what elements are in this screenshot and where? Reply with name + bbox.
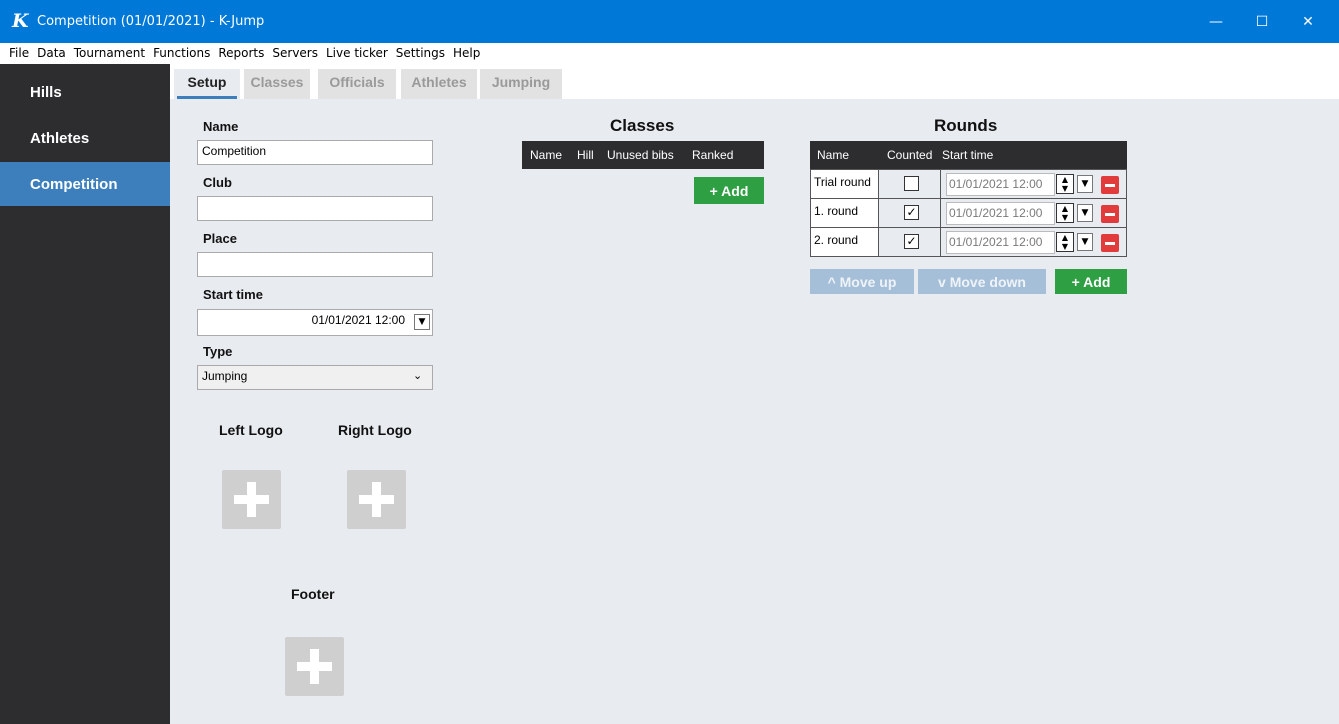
name-input[interactable]: Competition bbox=[197, 140, 433, 165]
start-time-label: Start time bbox=[203, 287, 263, 302]
col-hill: Hill bbox=[577, 148, 594, 162]
round-name-input[interactable]: Trial round bbox=[810, 169, 879, 199]
spinner-icon[interactable]: ▲ ▼ bbox=[1056, 203, 1074, 223]
classes-title: Classes bbox=[610, 116, 675, 135]
menu-servers[interactable]: Servers bbox=[268, 43, 322, 64]
spinner-icon[interactable]: ▲ ▼ bbox=[1056, 174, 1074, 194]
col-name: Name bbox=[530, 148, 563, 162]
sidebar-item-competition[interactable]: Competition bbox=[0, 162, 170, 206]
move-up-button[interactable]: ^ Move up bbox=[810, 269, 914, 294]
menu-data[interactable]: Data bbox=[33, 43, 70, 64]
table-row: 2. round ✓ 01/01/2021 12:00 ▲ ▼ ▼ bbox=[810, 227, 1127, 257]
add-right-logo-button[interactable] bbox=[347, 470, 406, 529]
tab-officials[interactable]: Officials bbox=[318, 69, 396, 99]
menu-bar: File Data Tournament Functions Reports S… bbox=[0, 43, 1339, 64]
menu-help[interactable]: Help bbox=[449, 43, 484, 64]
col-unused-bibs: Unused bibs bbox=[607, 148, 674, 162]
chevron-down-icon[interactable]: ▼ bbox=[1077, 233, 1093, 251]
close-button[interactable]: ✕ bbox=[1285, 0, 1331, 43]
main-content: Setup Classes Officials Athletes Jumping… bbox=[170, 64, 1339, 724]
start-time-cell: 01/01/2021 12:00 ▲ ▼ ▼ bbox=[940, 169, 1127, 199]
remove-round-button[interactable] bbox=[1101, 234, 1119, 252]
tab-strip: Setup Classes Officials Athletes Jumping bbox=[170, 64, 1339, 99]
close-icon: ✕ bbox=[1302, 13, 1314, 30]
menu-settings[interactable]: Settings bbox=[392, 43, 449, 64]
counted-checkbox[interactable] bbox=[904, 176, 919, 191]
chevron-down-icon[interactable]: ▼ bbox=[414, 314, 430, 330]
menu-reports[interactable]: Reports bbox=[214, 43, 268, 64]
maximize-button[interactable]: ☐ bbox=[1239, 0, 1285, 43]
chevron-down-icon[interactable]: ▼ bbox=[1077, 204, 1093, 222]
col-name: Name bbox=[817, 148, 850, 162]
place-label: Place bbox=[203, 231, 237, 246]
sidebar-item-hills[interactable]: Hills bbox=[0, 70, 170, 114]
minimize-icon: — bbox=[1209, 13, 1223, 30]
add-left-logo-button[interactable] bbox=[222, 470, 281, 529]
minimize-button[interactable]: — bbox=[1193, 0, 1239, 43]
menu-file[interactable]: File bbox=[5, 43, 33, 64]
remove-round-button[interactable] bbox=[1101, 176, 1119, 194]
chevron-down-icon: ⌄ bbox=[413, 369, 423, 382]
menu-tournament[interactable]: Tournament bbox=[70, 43, 149, 64]
rounds-title: Rounds bbox=[934, 116, 998, 135]
move-down-button[interactable]: v Move down bbox=[918, 269, 1046, 294]
tab-setup[interactable]: Setup bbox=[174, 69, 240, 99]
type-value: Jumping bbox=[202, 369, 248, 383]
name-label: Name bbox=[203, 119, 239, 134]
tab-jumping[interactable]: Jumping bbox=[480, 69, 562, 99]
round-name-input[interactable]: 1. round bbox=[810, 198, 879, 228]
col-counted: Counted bbox=[887, 148, 933, 162]
round-name-input[interactable]: 2. round bbox=[810, 227, 879, 257]
remove-round-button[interactable] bbox=[1101, 205, 1119, 223]
place-input[interactable] bbox=[197, 252, 433, 277]
club-label: Club bbox=[203, 175, 232, 190]
tab-athletes[interactable]: Athletes bbox=[401, 69, 477, 99]
menu-functions[interactable]: Functions bbox=[149, 43, 214, 64]
table-row: Trial round 01/01/2021 12:00 ▲ ▼ ▼ bbox=[810, 169, 1127, 199]
col-ranked: Ranked bbox=[692, 148, 734, 162]
round-time-input[interactable]: 01/01/2021 12:00 bbox=[946, 173, 1055, 196]
right-logo-label: Right Logo bbox=[338, 422, 412, 438]
tab-classes[interactable]: Classes bbox=[244, 69, 310, 99]
footer-label: Footer bbox=[291, 586, 335, 602]
col-start-time: Start time bbox=[942, 148, 994, 162]
classes-table-header: Name Hill Unused bibs Ranked bbox=[522, 141, 764, 169]
add-footer-button[interactable] bbox=[285, 637, 344, 696]
club-input[interactable] bbox=[197, 196, 433, 221]
window-title: Competition (01/01/2021) - K-Jump bbox=[37, 14, 265, 29]
counted-checkbox[interactable]: ✓ bbox=[904, 205, 919, 220]
start-time-value: 01/01/2021 12:00 bbox=[311, 313, 405, 327]
add-round-button[interactable]: + Add bbox=[1055, 269, 1127, 294]
start-time-cell: 01/01/2021 12:00 ▲ ▼ ▼ bbox=[940, 198, 1127, 228]
counted-cell: ✓ bbox=[878, 227, 941, 257]
counted-cell bbox=[878, 169, 941, 199]
rounds-table-header: Name Counted Start time bbox=[810, 141, 1127, 169]
title-bar: K Competition (01/01/2021) - K-Jump — ☐ … bbox=[0, 0, 1339, 43]
menu-live-ticker[interactable]: Live ticker bbox=[322, 43, 392, 64]
counted-checkbox[interactable]: ✓ bbox=[904, 234, 919, 249]
add-class-button[interactable]: + Add bbox=[694, 177, 764, 204]
app-logo-icon: K bbox=[12, 10, 29, 32]
start-time-cell: 01/01/2021 12:00 ▲ ▼ ▼ bbox=[940, 227, 1127, 257]
counted-cell: ✓ bbox=[878, 198, 941, 228]
type-label: Type bbox=[203, 344, 233, 359]
round-time-input[interactable]: 01/01/2021 12:00 bbox=[946, 202, 1055, 225]
sidebar: Hills Athletes Competition bbox=[0, 64, 170, 724]
chevron-down-icon[interactable]: ▼ bbox=[1077, 175, 1093, 193]
type-select[interactable]: Jumping bbox=[197, 365, 433, 390]
start-time-picker[interactable]: 01/01/2021 12:00 bbox=[197, 309, 433, 336]
left-logo-label: Left Logo bbox=[219, 422, 283, 438]
maximize-icon: ☐ bbox=[1255, 13, 1269, 30]
table-row: 1. round ✓ 01/01/2021 12:00 ▲ ▼ ▼ bbox=[810, 198, 1127, 228]
round-time-input[interactable]: 01/01/2021 12:00 bbox=[946, 231, 1055, 254]
spinner-icon[interactable]: ▲ ▼ bbox=[1056, 232, 1074, 252]
sidebar-item-athletes[interactable]: Athletes bbox=[0, 116, 170, 160]
